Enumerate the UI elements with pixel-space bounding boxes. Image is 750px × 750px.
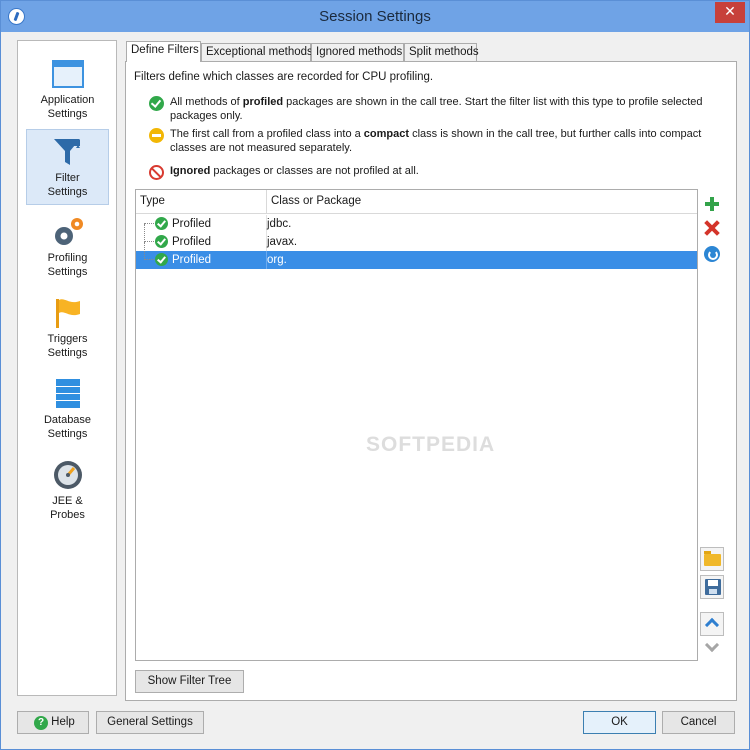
remove-filter-button[interactable]: [700, 216, 724, 240]
intro-text: Filters define which classes are recorde…: [134, 71, 434, 83]
help-button-label: Help: [51, 716, 75, 728]
tree-connector: [144, 259, 154, 260]
sidebar-item-label: Application Settings: [40, 94, 95, 120]
table-row-selected[interactable]: Profiled org.: [136, 242, 697, 269]
profiled-check-icon: [149, 96, 164, 111]
ok-button[interactable]: OK: [583, 711, 656, 734]
sidebar-item-label: JEE & Probes: [50, 495, 85, 521]
sidebar-item-filter-settings[interactable]: Filter Settings: [26, 129, 109, 205]
cancel-button[interactable]: Cancel: [662, 711, 735, 734]
add-filter-button[interactable]: [700, 192, 724, 216]
general-settings-button[interactable]: General Settings: [96, 711, 204, 734]
open-filters-button[interactable]: [700, 547, 724, 571]
table-row[interactable]: Profiled jdbc.: [136, 215, 697, 233]
gears-icon: [52, 216, 84, 248]
move-down-button[interactable]: [700, 637, 724, 661]
legend-profiled-text: All methods of profiled packages are sho…: [170, 96, 703, 122]
row-class: org.: [267, 254, 287, 266]
tree-connector: [144, 241, 154, 242]
database-icon: [52, 378, 84, 410]
settings-sidebar: Application Settings Filter Settings Pro…: [17, 40, 117, 696]
row-class: jdbc.: [267, 218, 292, 230]
session-settings-window: Session Settings ✕ Application Settings …: [0, 0, 750, 750]
reset-filter-button[interactable]: [700, 242, 724, 266]
compact-minus-icon: [149, 128, 164, 143]
tab-exceptional-methods[interactable]: Exceptional methods: [201, 43, 313, 61]
window-icon: [51, 58, 84, 90]
define-filters-panel: Filters define which classes are recorde…: [125, 61, 737, 701]
sidebar-item-jee-probes[interactable]: JEE & Probes: [26, 453, 109, 529]
funnel-icon: [52, 136, 84, 168]
sidebar-item-label: Filter Settings: [47, 172, 88, 198]
row-type: Profiled: [172, 236, 211, 248]
gauge-icon: [52, 459, 84, 491]
tab-define-filters[interactable]: Define Filters: [126, 41, 201, 62]
ignored-block-icon: [149, 165, 164, 180]
row-type: Profiled: [172, 218, 211, 230]
tree-connector: [144, 224, 145, 242]
tree-connector: [144, 242, 145, 260]
sidebar-item-label: Profiling Settings: [47, 252, 88, 278]
sidebar-item-application-settings[interactable]: Application Settings: [26, 52, 109, 128]
column-header-type[interactable]: Type: [140, 195, 165, 207]
row-type: Profiled: [172, 254, 211, 266]
move-up-button[interactable]: [700, 612, 724, 636]
tree-connector: [144, 223, 154, 224]
table-header: Type Class or Package: [136, 190, 697, 214]
save-icon: [705, 579, 721, 595]
help-button[interactable]: ? Help: [17, 711, 89, 734]
profiled-check-icon: [155, 253, 168, 266]
plus-icon-stroke: [710, 197, 714, 211]
legend-compact-text: The first call from a profiled class int…: [170, 128, 702, 154]
legend-ignored-text: Ignored packages or classes are not prof…: [170, 165, 419, 177]
filter-table[interactable]: Type Class or Package Profiled jdbc. Pro…: [135, 189, 698, 661]
table-row[interactable]: Profiled javax.: [136, 224, 697, 251]
watermark: SOFTPEDIA: [366, 433, 496, 456]
refresh-icon: [704, 246, 720, 262]
tab-ignored-methods[interactable]: Ignored methods: [311, 43, 404, 61]
sidebar-item-label: Triggers Settings: [47, 333, 88, 359]
column-header-class[interactable]: Class or Package: [271, 195, 361, 207]
folder-icon: [704, 551, 721, 566]
chevron-up-icon: [704, 617, 720, 633]
flag-icon: [52, 297, 84, 329]
profiled-check-icon: [155, 235, 168, 248]
title-bar[interactable]: Session Settings ✕: [1, 1, 749, 32]
tab-split-methods[interactable]: Split methods: [404, 43, 479, 61]
close-button[interactable]: ✕: [715, 2, 745, 23]
window-title: Session Settings: [319, 8, 431, 25]
chevron-down-icon: [704, 637, 720, 653]
sidebar-item-triggers-settings[interactable]: Triggers Settings: [26, 291, 109, 367]
help-icon: ?: [34, 716, 48, 730]
row-class: javax.: [267, 236, 298, 248]
save-filters-button[interactable]: [700, 575, 724, 599]
sidebar-item-label: Database Settings: [43, 414, 92, 440]
profiled-check-icon: [155, 217, 168, 230]
sidebar-item-profiling-settings[interactable]: Profiling Settings: [26, 210, 109, 286]
column-divider[interactable]: [266, 190, 267, 214]
sidebar-item-database-settings[interactable]: Database Settings: [26, 372, 109, 448]
show-filter-tree-button[interactable]: Show Filter Tree: [135, 670, 244, 693]
